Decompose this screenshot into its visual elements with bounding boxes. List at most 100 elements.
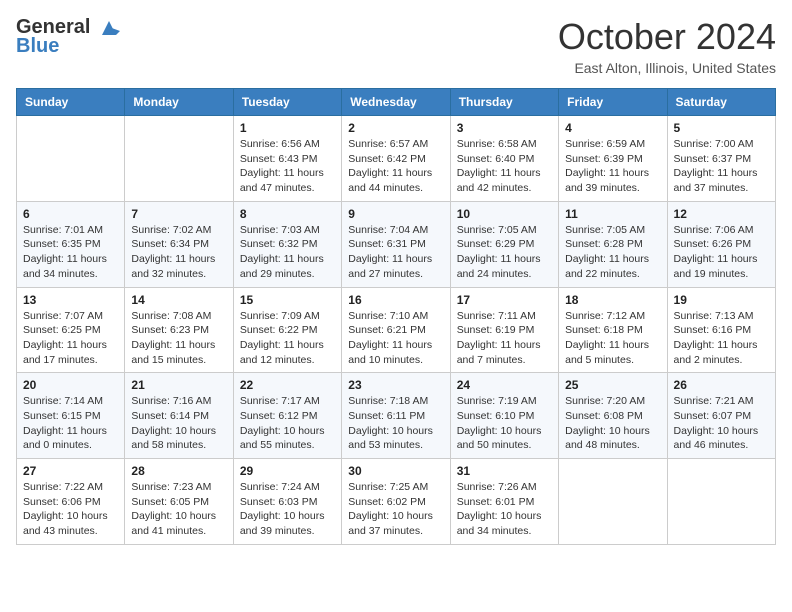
day-number: 19 bbox=[674, 293, 769, 307]
day-number: 6 bbox=[23, 207, 118, 221]
calendar-cell: 28 Sunrise: 7:23 AM Sunset: 6:05 PM Dayli… bbox=[125, 459, 233, 545]
calendar-cell: 27 Sunrise: 7:22 AM Sunset: 6:06 PM Dayli… bbox=[17, 459, 125, 545]
day-of-week-sunday: Sunday bbox=[17, 89, 125, 116]
day-detail: Sunrise: 7:02 AM Sunset: 6:34 PM Dayligh… bbox=[131, 223, 226, 282]
day-detail: Sunrise: 6:58 AM Sunset: 6:40 PM Dayligh… bbox=[457, 137, 552, 196]
calendar-cell: 13Sunrise: 7:07 AM Sunset: 6:25 PM Dayli… bbox=[17, 287, 125, 373]
day-detail: Sunrise: 7:24 AM Sunset: 6:03 PM Dayligh… bbox=[240, 480, 335, 539]
day-detail: Sunrise: 7:16 AM Sunset: 6:14 PM Dayligh… bbox=[131, 394, 226, 453]
day-number: 20 bbox=[23, 378, 118, 392]
calendar-week-5: 27 Sunrise: 7:22 AM Sunset: 6:06 PM Dayli… bbox=[17, 459, 776, 545]
calendar-week-4: 20 Sunrise: 7:14 AM Sunset: 6:15 PM Dayli… bbox=[17, 373, 776, 459]
calendar-cell: 4 Sunrise: 6:59 AM Sunset: 6:39 PM Daylig… bbox=[559, 116, 667, 202]
day-detail: Sunrise: 7:10 AM Sunset: 6:21 PM Dayligh… bbox=[348, 309, 443, 368]
day-number: 18 bbox=[565, 293, 660, 307]
day-of-week-tuesday: Tuesday bbox=[233, 89, 341, 116]
day-number: 28 bbox=[131, 464, 226, 478]
day-detail: Sunrise: 7:22 AM Sunset: 6:06 PM Dayligh… bbox=[23, 480, 118, 539]
calendar-cell: 16 Sunrise: 7:10 AM Sunset: 6:21 PM Dayli… bbox=[342, 287, 450, 373]
day-detail: Sunrise: 7:04 AM Sunset: 6:31 PM Dayligh… bbox=[348, 223, 443, 282]
calendar-cell: 3 Sunrise: 6:58 AM Sunset: 6:40 PM Daylig… bbox=[450, 116, 558, 202]
day-detail: Sunrise: 7:13 AM Sunset: 6:16 PM Dayligh… bbox=[674, 309, 769, 368]
calendar-cell: 26 Sunrise: 7:21 AM Sunset: 6:07 PM Dayli… bbox=[667, 373, 775, 459]
day-number: 11 bbox=[565, 207, 660, 221]
calendar-week-1: 1Sunrise: 6:56 AM Sunset: 6:43 PM Daylig… bbox=[17, 116, 776, 202]
day-detail: Sunrise: 7:23 AM Sunset: 6:05 PM Dayligh… bbox=[131, 480, 226, 539]
calendar-header-row: SundayMondayTuesdayWednesdayThursdayFrid… bbox=[17, 89, 776, 116]
calendar-cell bbox=[125, 116, 233, 202]
calendar-cell: 15Sunrise: 7:09 AM Sunset: 6:22 PM Dayli… bbox=[233, 287, 341, 373]
day-detail: Sunrise: 6:59 AM Sunset: 6:39 PM Dayligh… bbox=[565, 137, 660, 196]
day-of-week-wednesday: Wednesday bbox=[342, 89, 450, 116]
calendar-cell: 9 Sunrise: 7:04 AM Sunset: 6:31 PM Daylig… bbox=[342, 201, 450, 287]
day-of-week-friday: Friday bbox=[559, 89, 667, 116]
calendar-cell: 20 Sunrise: 7:14 AM Sunset: 6:15 PM Dayli… bbox=[17, 373, 125, 459]
calendar-cell: 8Sunrise: 7:03 AM Sunset: 6:32 PM Daylig… bbox=[233, 201, 341, 287]
calendar: SundayMondayTuesdayWednesdayThursdayFrid… bbox=[16, 88, 776, 545]
day-number: 15 bbox=[240, 293, 335, 307]
logo-icon bbox=[98, 17, 120, 39]
day-detail: Sunrise: 7:17 AM Sunset: 6:12 PM Dayligh… bbox=[240, 394, 335, 453]
day-number: 2 bbox=[348, 121, 443, 135]
calendar-cell: 24 Sunrise: 7:19 AM Sunset: 6:10 PM Dayli… bbox=[450, 373, 558, 459]
day-number: 30 bbox=[348, 464, 443, 478]
calendar-cell: 19 Sunrise: 7:13 AM Sunset: 6:16 PM Dayli… bbox=[667, 287, 775, 373]
day-detail: Sunrise: 7:03 AM Sunset: 6:32 PM Dayligh… bbox=[240, 223, 335, 282]
day-detail: Sunrise: 7:12 AM Sunset: 6:18 PM Dayligh… bbox=[565, 309, 660, 368]
calendar-cell bbox=[17, 116, 125, 202]
title-section: October 2024 East Alton, Illinois, Unite… bbox=[558, 16, 776, 76]
day-number: 10 bbox=[457, 207, 552, 221]
day-detail: Sunrise: 7:14 AM Sunset: 6:15 PM Dayligh… bbox=[23, 394, 118, 453]
calendar-cell: 1Sunrise: 6:56 AM Sunset: 6:43 PM Daylig… bbox=[233, 116, 341, 202]
day-number: 12 bbox=[674, 207, 769, 221]
day-detail: Sunrise: 7:01 AM Sunset: 6:35 PM Dayligh… bbox=[23, 223, 118, 282]
day-number: 27 bbox=[23, 464, 118, 478]
calendar-cell: 11 Sunrise: 7:05 AM Sunset: 6:28 PM Dayli… bbox=[559, 201, 667, 287]
day-of-week-saturday: Saturday bbox=[667, 89, 775, 116]
day-number: 14 bbox=[131, 293, 226, 307]
day-detail: Sunrise: 7:08 AM Sunset: 6:23 PM Dayligh… bbox=[131, 309, 226, 368]
calendar-cell: 25 Sunrise: 7:20 AM Sunset: 6:08 PM Dayli… bbox=[559, 373, 667, 459]
calendar-cell: 29 Sunrise: 7:24 AM Sunset: 6:03 PM Dayli… bbox=[233, 459, 341, 545]
day-detail: Sunrise: 7:18 AM Sunset: 6:11 PM Dayligh… bbox=[348, 394, 443, 453]
day-detail: Sunrise: 6:57 AM Sunset: 6:42 PM Dayligh… bbox=[348, 137, 443, 196]
day-number: 21 bbox=[131, 378, 226, 392]
day-number: 29 bbox=[240, 464, 335, 478]
month-title: October 2024 bbox=[558, 16, 776, 58]
day-number: 9 bbox=[348, 207, 443, 221]
day-of-week-thursday: Thursday bbox=[450, 89, 558, 116]
day-number: 26 bbox=[674, 378, 769, 392]
day-detail: Sunrise: 7:25 AM Sunset: 6:02 PM Dayligh… bbox=[348, 480, 443, 539]
day-number: 7 bbox=[131, 207, 226, 221]
calendar-cell: 2 Sunrise: 6:57 AM Sunset: 6:42 PM Daylig… bbox=[342, 116, 450, 202]
day-detail: Sunrise: 7:21 AM Sunset: 6:07 PM Dayligh… bbox=[674, 394, 769, 453]
calendar-cell: 31Sunrise: 7:26 AM Sunset: 6:01 PM Dayli… bbox=[450, 459, 558, 545]
calendar-week-3: 13Sunrise: 7:07 AM Sunset: 6:25 PM Dayli… bbox=[17, 287, 776, 373]
day-number: 5 bbox=[674, 121, 769, 135]
day-number: 25 bbox=[565, 378, 660, 392]
day-number: 3 bbox=[457, 121, 552, 135]
calendar-cell: 14 Sunrise: 7:08 AM Sunset: 6:23 PM Dayli… bbox=[125, 287, 233, 373]
calendar-week-2: 6 Sunrise: 7:01 AM Sunset: 6:35 PM Daylig… bbox=[17, 201, 776, 287]
calendar-cell: 6 Sunrise: 7:01 AM Sunset: 6:35 PM Daylig… bbox=[17, 201, 125, 287]
day-detail: Sunrise: 7:26 AM Sunset: 6:01 PM Dayligh… bbox=[457, 480, 552, 539]
calendar-cell: 21 Sunrise: 7:16 AM Sunset: 6:14 PM Dayli… bbox=[125, 373, 233, 459]
day-detail: Sunrise: 7:06 AM Sunset: 6:26 PM Dayligh… bbox=[674, 223, 769, 282]
day-detail: Sunrise: 7:20 AM Sunset: 6:08 PM Dayligh… bbox=[565, 394, 660, 453]
calendar-cell: 5Sunrise: 7:00 AM Sunset: 6:37 PM Daylig… bbox=[667, 116, 775, 202]
calendar-cell: 22 Sunrise: 7:17 AM Sunset: 6:12 PM Dayli… bbox=[233, 373, 341, 459]
day-number: 24 bbox=[457, 378, 552, 392]
day-number: 4 bbox=[565, 121, 660, 135]
calendar-cell: 10Sunrise: 7:05 AM Sunset: 6:29 PM Dayli… bbox=[450, 201, 558, 287]
calendar-cell: 12 Sunrise: 7:06 AM Sunset: 6:26 PM Dayli… bbox=[667, 201, 775, 287]
day-detail: Sunrise: 7:05 AM Sunset: 6:28 PM Dayligh… bbox=[565, 223, 660, 282]
calendar-cell: 18 Sunrise: 7:12 AM Sunset: 6:18 PM Dayli… bbox=[559, 287, 667, 373]
day-number: 16 bbox=[348, 293, 443, 307]
calendar-cell bbox=[559, 459, 667, 545]
day-number: 1 bbox=[240, 121, 335, 135]
day-detail: Sunrise: 7:19 AM Sunset: 6:10 PM Dayligh… bbox=[457, 394, 552, 453]
logo: General Blue bbox=[16, 16, 120, 58]
day-number: 22 bbox=[240, 378, 335, 392]
calendar-cell bbox=[667, 459, 775, 545]
calendar-cell: 17Sunrise: 7:11 AM Sunset: 6:19 PM Dayli… bbox=[450, 287, 558, 373]
